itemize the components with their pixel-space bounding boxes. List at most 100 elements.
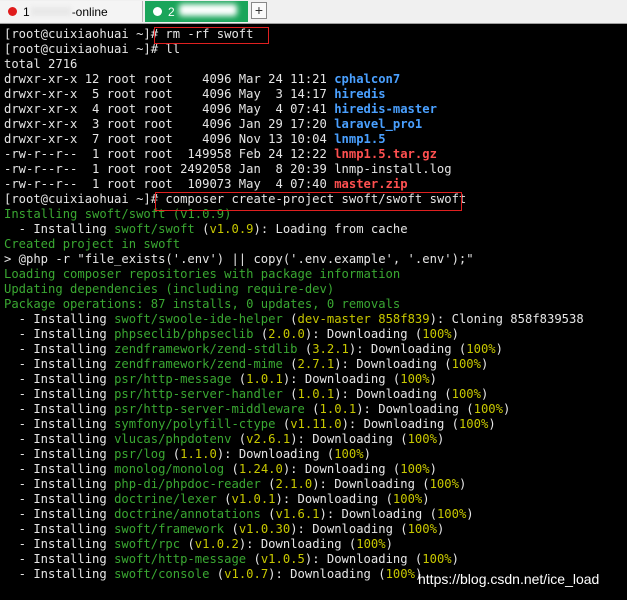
highlight-box [154, 27, 269, 44]
paren: ) [436, 522, 445, 536]
install-line: - Installing swoft/rpc (v1.0.2): Downloa… [4, 537, 624, 552]
file-name: master.zip [334, 177, 408, 191]
command-line: [root@cuixiaohuai ~]# rm -rf swoft [4, 27, 254, 41]
install-line: - Installing phpseclib/phpseclib (2.0.0)… [4, 327, 624, 342]
file-meta: drwxr-xr-x 5 root root 4096 May 3 14:17 [4, 87, 335, 101]
paren: ) [495, 342, 503, 356]
package-version: 2.7.1 [297, 357, 335, 371]
tab-session-1[interactable]: 1 -online [0, 1, 143, 22]
ls-entry: -rw-r--r-- 1 root root 109073 May 4 07:4… [4, 177, 624, 192]
watermark: https://blog.csdn.net/ice_load [418, 571, 600, 587]
package-name: zendframework/zend-stdlib [114, 342, 298, 356]
install-prefix: - Installing [4, 567, 115, 581]
package-version: 1.1.0 [180, 447, 217, 461]
paren: ) [429, 462, 437, 476]
new-tab-button[interactable]: + [251, 2, 267, 19]
status-text: ): Downloading ( [290, 432, 408, 446]
status-text: ): Downloading ( [275, 492, 393, 506]
status-text: ): Downloading ( [282, 462, 401, 476]
file-meta: -rw-r--r-- 1 root root 109073 May 4 07:4… [4, 177, 335, 191]
paren: ( [224, 462, 239, 476]
paren: ) [488, 417, 496, 431]
progress-percent: 100% [451, 357, 481, 371]
paren: ) [451, 327, 459, 341]
paren: ) [436, 432, 445, 446]
progress-percent: 100% [422, 327, 452, 341]
file-meta: -rw-r--r-- 1 root root 149958 Feb 24 12:… [4, 147, 335, 161]
progress-percent: 100% [451, 387, 481, 401]
tab-bar: 1 -online 2 + [0, 0, 627, 24]
package-version: v1.0.5 [260, 552, 305, 566]
install-prefix: - Installing [4, 537, 115, 551]
status-text: ): Downloading ( [334, 387, 452, 401]
output-line: Updating dependencies (including require… [4, 282, 335, 296]
package-version: v1.0.7 [224, 567, 269, 581]
status-text: ): Downloading ( [341, 417, 459, 431]
install-prefix: - Installing [4, 432, 115, 446]
install-line: - Installing swoft/http-message (v1.0.5)… [4, 552, 624, 567]
install-prefix: - Installing [4, 462, 115, 476]
package-name: monolog/monolog [114, 462, 225, 476]
package-name: symfony/polyfill-ctype [114, 417, 276, 431]
install-line: - Installing swoft/swoole-ide-helper (de… [4, 312, 584, 326]
status-text: ): Downloading ( [282, 372, 401, 386]
package-version: 3.2.1 [312, 342, 349, 356]
paren: ( [180, 537, 195, 551]
install-line: - Installing doctrine/lexer (v1.0.1): Do… [4, 492, 624, 507]
paren: ) [422, 492, 430, 506]
package-version: 1.0.1 [246, 372, 283, 386]
install-prefix: - Installing [4, 402, 115, 416]
install-prefix: - Installing [4, 522, 115, 536]
progress-percent: 100% [400, 462, 430, 476]
progress-percent: 100% [400, 372, 430, 386]
package-version: 1.0.1 [319, 402, 357, 416]
install-line: - Installing psr/http-message (1.0.1): D… [4, 372, 624, 387]
package-name: php-di/phpdoc-reader [114, 477, 261, 491]
connected-status-icon [153, 7, 162, 16]
paren: ) [480, 387, 489, 401]
file-meta: drwxr-xr-x 12 root root 4096 Mar 24 11:2… [4, 72, 335, 86]
status-text: ): Downloading ( [356, 402, 474, 416]
install-line: - Installing swoft/swoft (v1.0.9): Loadi… [4, 222, 408, 236]
paren: ( [231, 372, 247, 386]
tab-session-2[interactable]: 2 [145, 1, 248, 22]
file-name: hiredis [334, 87, 386, 101]
install-line: - Installing vlucas/phpdotenv (v2.6.1): … [4, 432, 624, 447]
package-name: swoft/http-message [114, 552, 247, 566]
paren: ( [297, 342, 313, 356]
package-version: 1.24.0 [238, 462, 283, 476]
ls-entry: drwxr-xr-x 7 root root 4096 Nov 13 10:04… [4, 132, 624, 147]
ls-entry: drwxr-xr-x 4 root root 4096 May 4 07:41 … [4, 102, 624, 117]
package-version: v1.6.1 [275, 507, 320, 521]
paren: ( [275, 417, 291, 431]
output-line: Created project in swoft [4, 237, 181, 251]
package-name: swoft/framework [114, 522, 225, 536]
package-version: 2.0.0 [268, 327, 305, 341]
install-list: - Installing phpseclib/phpseclib (2.0.0)… [4, 327, 624, 582]
file-meta: drwxr-xr-x 4 root root 4096 May 4 07:41 [4, 102, 335, 116]
install-prefix: - Installing [4, 327, 115, 341]
ls-entry: drwxr-xr-x 12 root root 4096 Mar 24 11:2… [4, 72, 624, 87]
terminal-output[interactable]: [root@cuixiaohuai ~]# rm -rf swoft [root… [4, 27, 624, 582]
package-name: swoft/rpc [114, 537, 181, 551]
progress-percent: 100% [458, 417, 489, 431]
progress-percent: 100% [422, 552, 452, 566]
package-version: v1.0.30 [238, 522, 291, 536]
command-line: [root@cuixiaohuai ~]# ll [4, 42, 181, 56]
status-text: ): Downloading ( [216, 447, 335, 461]
package-version: v1.11.0 [290, 417, 342, 431]
paren: ( [253, 327, 269, 341]
progress-percent: 100% [356, 537, 386, 551]
status-text: ): Downloading ( [319, 507, 437, 521]
install-prefix: - Installing [4, 447, 115, 461]
output-line: > @php -r "file_exists('.env') || copy('… [4, 252, 474, 266]
package-version: v1.0.2 [194, 537, 239, 551]
paren: ) [466, 507, 474, 521]
output-line: Package operations: 87 installs, 0 updat… [4, 297, 401, 311]
install-prefix: - Installing [4, 387, 115, 401]
status-text: ): Downloading ( [268, 567, 386, 581]
install-prefix: - Installing [4, 507, 115, 521]
tab-label-1: 1 -online [23, 4, 108, 19]
file-name: laravel_pro1 [334, 117, 423, 131]
install-line: - Installing psr/http-server-handler (1.… [4, 387, 624, 402]
